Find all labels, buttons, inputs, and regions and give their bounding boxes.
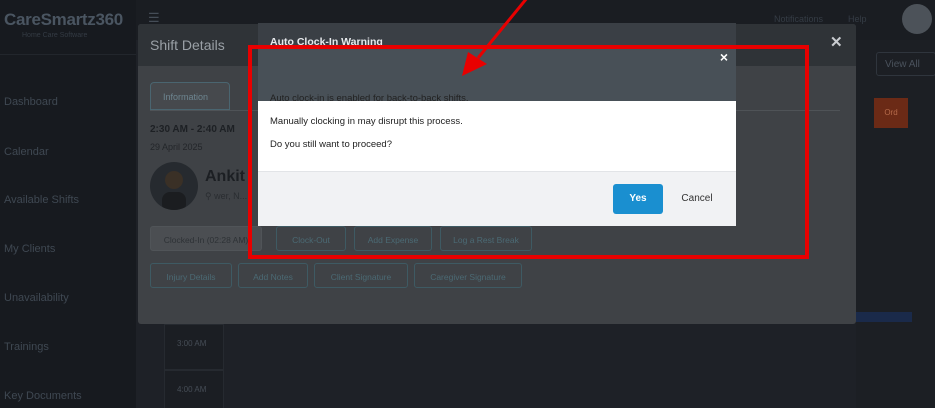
time-slot: 4:00 AM (164, 370, 224, 408)
sidebar-divider (0, 54, 136, 55)
view-all-button[interactable]: View All (876, 52, 935, 76)
client-location: ⚲ wer, N... (205, 191, 247, 202)
sidebar-item-available-shifts[interactable]: Available Shifts (4, 194, 79, 206)
calendar-panel (856, 40, 935, 408)
sidebar-item-unavailability[interactable]: Unavailability (4, 292, 69, 304)
location-pin-icon: ⚲ (205, 191, 215, 201)
client-name: Ankit (205, 168, 245, 185)
clocked-in-button[interactable]: Clocked-In (02:28 AM) (150, 226, 262, 251)
shift-details-title: Shift Details (150, 37, 225, 53)
caregiver-signature-button[interactable]: Caregiver Signature (414, 263, 522, 288)
order-button[interactable]: Ord (874, 98, 908, 128)
calendar-event-bar[interactable] (856, 312, 912, 322)
shift-time: 2:30 AM - 2:40 AM (150, 124, 235, 135)
add-notes-button[interactable]: Add Notes (238, 263, 308, 288)
sidebar-item-dashboard[interactable]: Dashboard (4, 96, 58, 108)
app-logo-subtitle: Home Care Software (22, 32, 88, 39)
time-slot: 3:00 AM (164, 324, 224, 370)
app-sidebar: CareSmartz360 Home Care Software Dashboa… (0, 0, 136, 408)
client-signature-button[interactable]: Client Signature (314, 263, 408, 288)
sidebar-item-calendar[interactable]: Calendar (4, 146, 49, 158)
shift-details-close-icon[interactable]: ✕ (830, 33, 843, 51)
sidebar-item-my-clients[interactable]: My Clients (4, 243, 55, 255)
user-avatar[interactable] (902, 4, 932, 34)
client-avatar (150, 162, 198, 210)
sidebar-item-key-documents[interactable]: Key Documents (4, 390, 82, 402)
help-link[interactable]: Help (848, 14, 867, 24)
app-logo[interactable]: CareSmartz360 (4, 10, 123, 30)
shift-date: 29 April 2025 (150, 142, 203, 152)
client-photo-icon (162, 171, 186, 210)
annotation-highlight-box (248, 45, 809, 259)
sidebar-item-trainings[interactable]: Trainings (4, 341, 49, 353)
tab-information[interactable]: Information (150, 82, 230, 110)
notifications-link[interactable]: Notifications (774, 14, 823, 24)
injury-details-button[interactable]: Injury Details (150, 263, 232, 288)
client-location-text: wer, N... (214, 191, 248, 201)
